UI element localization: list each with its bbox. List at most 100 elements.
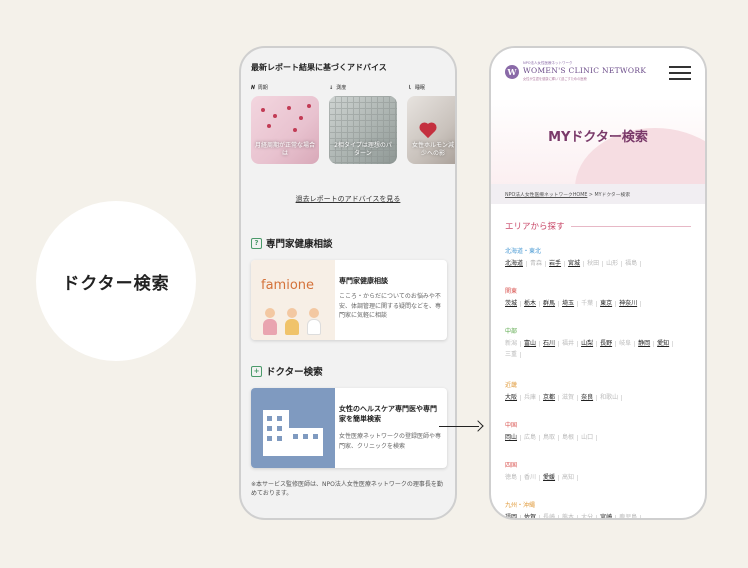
breadcrumb: NPO法人女性医療ネットワークHOME > MYドクター検索 <box>491 184 705 204</box>
prefecture-link: 広島 <box>524 435 541 441</box>
prefecture-link: 青森 <box>530 261 547 267</box>
cycle-icon: 𝑵 <box>251 85 255 91</box>
prefecture-list: 新潟 富山 石川 福井 山梨 長野 岐阜 静岡 愛知三重 <box>505 338 695 361</box>
prefecture-link: 鳥取 <box>543 435 560 441</box>
region-block: 九州・沖縄福岡 佐賀 長崎 熊本 大分 宮崎 鹿児島 <box>505 500 695 518</box>
prefecture-link: 島根 <box>562 435 579 441</box>
breadcrumb-current: MYドクター検索 <box>594 193 631 198</box>
region-block: 北海道・東北 北海道 青森 岩手 宮城 秋田 山形 福島 <box>505 246 695 269</box>
prefecture-link[interactable]: 山梨 <box>581 341 598 347</box>
prefecture-link[interactable]: 宮城 <box>568 261 585 267</box>
feature-label-circle: ドクター検索 <box>36 201 196 361</box>
region-block: 中国 岡山 広島 鳥取 島根 山口 <box>505 420 695 443</box>
prefecture-link[interactable]: 茨城 <box>505 301 522 307</box>
prefecture-link[interactable]: 京都 <box>543 395 560 401</box>
doctor-search-card[interactable]: 女性のヘルスケア専門医や専門家を簡単検索 女性医療ネットワークの登録医師や専門家… <box>251 388 447 468</box>
prefecture-link[interactable]: 埼玉 <box>562 301 579 307</box>
hamburger-menu-icon[interactable] <box>669 66 691 80</box>
prefecture-link[interactable]: 福岡 <box>505 515 522 518</box>
region-name: 九州・沖縄 <box>505 502 536 509</box>
consult-card-title: 専門家健康相談 <box>339 277 388 285</box>
prefecture-list: 茨城 栃木 群馬 埼玉 千葉 東京 神奈川 <box>505 298 695 309</box>
prefecture-link[interactable]: 北海道 <box>505 261 528 267</box>
phone-web-screen: W NPO法人女性医療ネットワーク WOMEN'S CLINIC NETWORK… <box>489 46 707 520</box>
prefecture-link: 高知 <box>562 475 579 481</box>
heart-icon <box>420 123 436 139</box>
region-name: 関東 <box>505 288 518 295</box>
area-divider <box>571 226 691 227</box>
prefecture-link: 三重 <box>505 352 522 359</box>
doctor-card-title: 女性のヘルスケア専門医や専門家を簡単検索 <box>339 405 437 424</box>
prefecture-link: 福井 <box>562 341 579 347</box>
prefecture-link: 大分 <box>581 515 598 518</box>
prefecture-link: 秋田 <box>587 261 604 267</box>
region-name: 近畿 <box>505 382 518 389</box>
region-block: 近畿大阪 兵庫 京都 滋賀 奈良 和歌山 <box>505 380 695 403</box>
house-plus-icon: + <box>251 365 262 377</box>
category-cycle[interactable]: 𝑵 周期 <box>251 84 268 91</box>
region-block: 中部 新潟 富山 石川 福井 山梨 長野 岐阜 静岡 愛知三重 <box>505 326 695 361</box>
category-measure[interactable]: ↓ 測度 <box>329 84 346 91</box>
prefecture-link: 千葉 <box>581 301 598 307</box>
down-arrow-icon: ↓ <box>329 85 334 91</box>
prefecture-link[interactable]: 大阪 <box>505 395 522 401</box>
prefecture-link: 滋賀 <box>562 395 579 401</box>
prefecture-link: 香川 <box>524 475 541 481</box>
prefecture-link[interactable]: 佐賀 <box>524 515 541 518</box>
famione-image: famione <box>251 260 335 340</box>
prefecture-link[interactable]: 愛媛 <box>543 475 560 481</box>
prefecture-link: 岐阜 <box>619 341 636 347</box>
prefecture-list: 北海道 青森 岩手 宮城 秋田 山形 福島 <box>505 258 695 269</box>
sleep-icon: ｌ <box>407 85 413 91</box>
advice-card-measure[interactable]: 2相タイプは理想のパターン <box>329 96 397 164</box>
prefecture-link[interactable]: 富山 <box>524 341 541 347</box>
famione-logo: famione <box>261 278 315 293</box>
supervisor-note: ※本サービス監修医師は、NPO法人女性医療ネットワークの理事長を勤めております。 <box>251 481 443 498</box>
prefecture-link[interactable]: 静岡 <box>638 341 655 347</box>
question-icon: ? <box>251 237 262 249</box>
prefecture-link: 山形 <box>606 261 623 267</box>
consult-card[interactable]: famione 専門家健康相談 こころ・からだについてのお悩みや不安、体調管理に… <box>251 260 447 340</box>
doctor-card-body: 女性医療ネットワークの登録医師や専門家、クリニックを検索 <box>339 433 442 450</box>
phone-app-screen: 最新レポート結果に基づくアドバイス 𝑵 周期 ↓ 測度 ｌ 睡眠 月経周期が正常な場合… <box>239 46 457 520</box>
advice-card-cycle[interactable]: 月経周期が正常な場合は <box>251 96 319 164</box>
prefecture-link: 鹿児島 <box>619 515 642 518</box>
category-sleep[interactable]: ｌ 睡眠 <box>407 84 425 91</box>
arrow-right-icon <box>439 420 484 434</box>
region-block: 関東茨城 栃木 群馬 埼玉 千葉 東京 神奈川 <box>505 286 695 309</box>
prefecture-list: 福岡 佐賀 長崎 熊本 大分 宮崎 鹿児島 <box>505 512 695 518</box>
prefecture-link[interactable]: 東京 <box>600 301 617 307</box>
prefecture-link[interactable]: 愛知 <box>657 341 674 347</box>
logo-title[interactable]: WOMEN'S CLINIC NETWORK <box>523 66 646 75</box>
prefecture-link[interactable]: 岩手 <box>549 261 566 267</box>
prefecture-link: 福島 <box>625 261 642 267</box>
prefecture-list: 大阪 兵庫 京都 滋賀 奈良 和歌山 <box>505 392 695 403</box>
breadcrumb-home-link[interactable]: NPO法人女性医療ネットワークHOME <box>505 193 587 198</box>
hospital-image <box>251 388 335 468</box>
region-block: 四国 徳島 香川 愛媛 高知 <box>505 460 695 483</box>
prefecture-list: 徳島 香川 愛媛 高知 <box>505 472 695 483</box>
prefecture-link: 和歌山 <box>600 395 623 401</box>
prefecture-link[interactable]: 栃木 <box>524 301 541 307</box>
prefecture-link[interactable]: 宮崎 <box>600 515 617 518</box>
advice-section-title: 最新レポート結果に基づくアドバイス <box>251 63 387 72</box>
wcn-logo-icon[interactable]: W <box>505 65 519 79</box>
prefecture-link[interactable]: 奈良 <box>581 395 598 401</box>
feature-label: ドクター検索 <box>62 273 170 294</box>
prefecture-link[interactable]: 石川 <box>543 341 560 347</box>
area-heading: エリアから探す <box>505 222 565 232</box>
prefecture-link[interactable]: 群馬 <box>543 301 560 307</box>
advice-card-sleep[interactable]: 女性ホルモン減少への影 <box>407 96 455 164</box>
prefecture-link: 徳島 <box>505 475 522 481</box>
region-name: 中部 <box>505 328 518 335</box>
site-header: W NPO法人女性医療ネットワーク WOMEN'S CLINIC NETWORK… <box>491 48 705 98</box>
page-title: MYドクター検索 <box>548 130 648 145</box>
prefecture-list: 岡山 広島 鳥取 島根 山口 <box>505 432 695 443</box>
prefecture-link[interactable]: 岡山 <box>505 435 522 441</box>
prefecture-link: 熊本 <box>562 515 579 518</box>
past-advice-link[interactable]: 過去レポートのアドバイスを見る <box>241 194 455 204</box>
logo-tagline: 女性が生涯を健康に輝いて過ごすための医療 <box>523 77 587 81</box>
consult-heading: ? 専門家健康相談 <box>251 236 333 250</box>
prefecture-link[interactable]: 長野 <box>600 341 617 347</box>
prefecture-link[interactable]: 神奈川 <box>619 301 642 307</box>
